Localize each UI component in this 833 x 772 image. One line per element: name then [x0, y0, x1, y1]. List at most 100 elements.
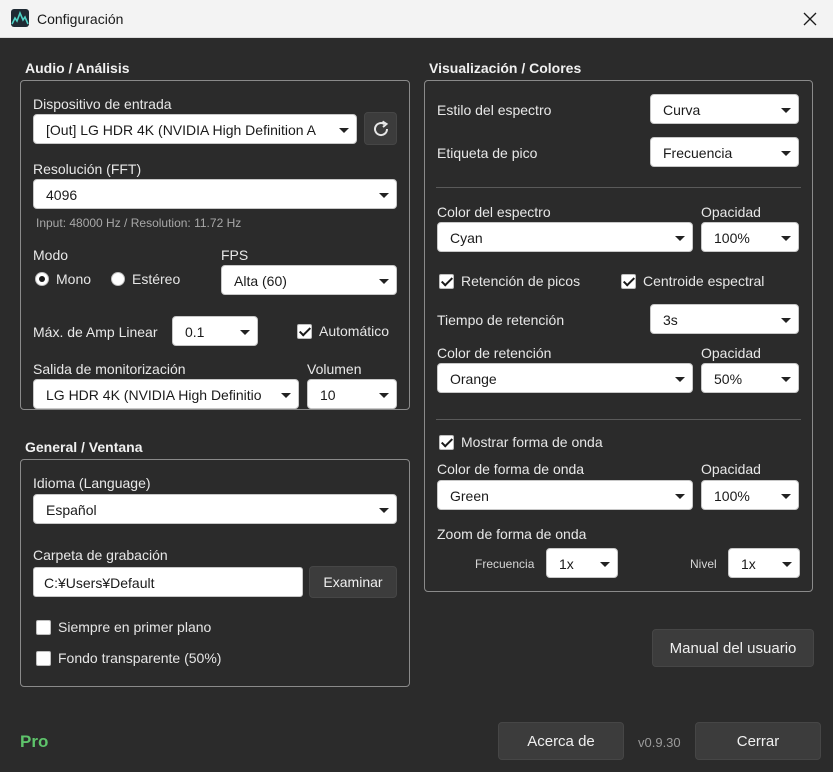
- chevron-down-icon: [781, 151, 791, 156]
- checkbox-checked-icon: [621, 273, 636, 289]
- app-icon: [11, 9, 29, 27]
- spectrum-color-value: Cyan: [450, 230, 483, 246]
- checkbox-empty-icon: [36, 650, 51, 666]
- about-button[interactable]: Acerca de: [498, 722, 624, 760]
- monitor-value: LG HDR 4K (NVIDIA High Definitio: [46, 387, 262, 403]
- visual-section-title: Visualización / Colores: [429, 60, 582, 76]
- mode-mono-label: Mono: [56, 271, 92, 287]
- spectrum-color-select[interactable]: Cyan: [437, 222, 693, 252]
- separator: [436, 419, 801, 420]
- centroid-checkbox[interactable]: Centroide espectral: [621, 273, 764, 289]
- fft-label: Resolución (FFT): [33, 161, 142, 177]
- close-button[interactable]: Cerrar: [695, 722, 821, 760]
- volume-value: 10: [320, 387, 336, 403]
- auto-label: Automático: [319, 323, 390, 339]
- volume-label: Volumen: [307, 361, 362, 377]
- chevron-down-icon: [240, 330, 250, 335]
- waveform-opacity-select[interactable]: 100%: [701, 480, 799, 510]
- pro-badge: Pro: [20, 732, 49, 751]
- hold-opacity-label: Opacidad: [701, 345, 761, 361]
- input-device-select[interactable]: [Out] LG HDR 4K (NVIDIA High Definition …: [33, 114, 357, 144]
- chevron-down-icon: [781, 318, 791, 323]
- waveform-color-select[interactable]: Green: [437, 480, 693, 510]
- title-bar: Configuración: [0, 0, 833, 38]
- transparent-bg-checkbox[interactable]: Fondo transparente (50%): [36, 650, 221, 666]
- fps-select[interactable]: Alta (60): [221, 265, 397, 295]
- language-label: Idioma (Language): [33, 475, 151, 491]
- amp-value: 0.1: [185, 324, 205, 340]
- waveform-opacity-label: Opacidad: [701, 461, 761, 477]
- spectrum-color-label: Color del espectro: [437, 204, 551, 220]
- level-zoom-value: 1x: [741, 556, 756, 572]
- mode-mono-radio[interactable]: Mono: [35, 271, 91, 287]
- radio-selected-icon: [35, 272, 49, 286]
- waveform-zoom-label: Zoom de forma de onda: [437, 526, 587, 542]
- hold-color-select[interactable]: Orange: [437, 363, 693, 393]
- centroid-label: Centroide espectral: [643, 273, 765, 289]
- hold-opacity-select[interactable]: 50%: [701, 363, 799, 393]
- chevron-down-icon: [281, 393, 291, 398]
- language-select[interactable]: Español: [33, 494, 397, 524]
- chevron-down-icon: [379, 393, 389, 398]
- show-waveform-checkbox[interactable]: Mostrar forma de onda: [439, 434, 603, 450]
- show-waveform-label: Mostrar forma de onda: [461, 434, 603, 450]
- always-on-top-checkbox[interactable]: Siempre en primer plano: [36, 619, 211, 635]
- chevron-down-icon: [675, 377, 685, 382]
- amp-select[interactable]: 0.1: [172, 316, 258, 346]
- amp-label: Máx. de Amp Linear: [33, 324, 158, 340]
- input-device-value: [Out] LG HDR 4K (NVIDIA High Definition …: [46, 122, 316, 138]
- user-manual-button[interactable]: Manual del usuario: [652, 629, 814, 667]
- chevron-down-icon: [600, 562, 610, 567]
- refresh-icon: [373, 120, 388, 136]
- monitor-select[interactable]: LG HDR 4K (NVIDIA High Definitio: [33, 379, 299, 409]
- chevron-down-icon: [379, 279, 389, 284]
- folder-input[interactable]: C:¥Users¥Default: [33, 567, 303, 597]
- chevron-down-icon: [379, 508, 389, 513]
- window-title: Configuración: [37, 11, 124, 27]
- freq-zoom-select[interactable]: 1x: [546, 548, 618, 578]
- waveform-color-label: Color de forma de onda: [437, 461, 585, 477]
- spectrum-opacity-label: Opacidad: [701, 204, 761, 220]
- refresh-device-button[interactable]: [364, 112, 397, 145]
- browse-button[interactable]: Examinar: [309, 566, 397, 598]
- level-zoom-label: Nivel: [690, 557, 717, 571]
- peak-label-select[interactable]: Frecuencia: [650, 137, 799, 167]
- mode-stereo-radio[interactable]: Estéreo: [111, 271, 180, 287]
- fps-label: FPS: [221, 247, 249, 263]
- general-section-title: General / Ventana: [25, 439, 143, 455]
- chevron-down-icon: [781, 108, 791, 113]
- auto-checkbox[interactable]: Automático: [297, 323, 389, 339]
- fft-select[interactable]: 4096: [33, 179, 397, 209]
- fft-value: 4096: [46, 187, 78, 203]
- chevron-down-icon: [781, 377, 791, 382]
- radio-empty-icon: [111, 272, 125, 286]
- freq-zoom-value: 1x: [559, 556, 574, 572]
- level-zoom-select[interactable]: 1x: [728, 548, 800, 578]
- mode-label: Modo: [33, 247, 69, 263]
- always-on-top-label: Siempre en primer plano: [58, 619, 212, 635]
- peak-hold-checkbox[interactable]: Retención de picos: [439, 273, 580, 289]
- spectrum-style-select[interactable]: Curva: [650, 94, 799, 124]
- chevron-down-icon: [782, 562, 792, 567]
- mode-stereo-label: Estéreo: [132, 271, 181, 287]
- hold-time-label: Tiempo de retención: [437, 312, 565, 328]
- checkbox-checked-icon: [297, 323, 312, 339]
- hold-opacity-value: 50%: [714, 371, 743, 387]
- spectrum-opacity-select[interactable]: 100%: [701, 222, 799, 252]
- separator: [436, 187, 801, 188]
- audio-section-title: Audio / Análisis: [25, 60, 130, 76]
- spectrum-style-value: Curva: [663, 102, 701, 118]
- volume-select[interactable]: 10: [307, 379, 397, 409]
- hold-color-label: Color de retención: [437, 345, 552, 361]
- hold-time-select[interactable]: 3s: [650, 304, 799, 334]
- chevron-down-icon: [675, 494, 685, 499]
- transparent-bg-label: Fondo transparente (50%): [58, 650, 222, 666]
- checkbox-checked-icon: [439, 273, 454, 289]
- waveform-color-value: Green: [450, 488, 489, 504]
- window-close-button[interactable]: [787, 0, 833, 38]
- folder-value: C:¥Users¥Default: [44, 575, 155, 591]
- spectrum-opacity-value: 100%: [714, 230, 750, 246]
- fps-value: Alta (60): [234, 273, 287, 289]
- chevron-down-icon: [781, 494, 791, 499]
- peak-hold-label: Retención de picos: [461, 273, 581, 289]
